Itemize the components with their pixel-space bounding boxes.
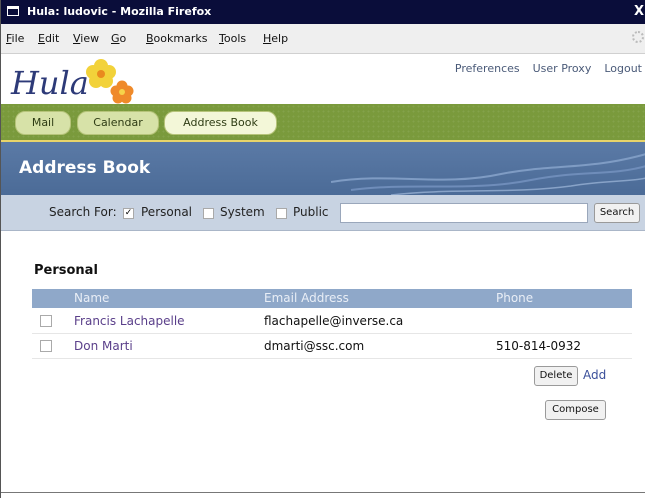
table-header: Name Email Address Phone	[32, 289, 632, 308]
throbber-icon	[632, 31, 644, 43]
title-bar: Hula: ludovic - Mozilla Firefox X	[1, 0, 645, 24]
hula-logo[interactable]: Hula	[7, 54, 147, 104]
close-icon[interactable]: X	[634, 4, 644, 19]
tab-address-book[interactable]: Address Book	[164, 111, 277, 135]
tab-calendar[interactable]: Calendar	[77, 111, 159, 135]
search-for-label: Search For:	[49, 205, 117, 219]
system-option-label: System	[220, 205, 265, 219]
contact-name-link[interactable]: Francis Lachapelle	[74, 314, 185, 328]
contact-name-link[interactable]: Don Marti	[74, 339, 133, 353]
personal-option-label: Personal	[141, 205, 193, 219]
menu-go-mnemonic: G	[111, 32, 120, 45]
tab-mail[interactable]: Mail	[15, 111, 71, 135]
menu-bookmarks-mnemonic: B	[146, 32, 154, 45]
section-title: Personal	[34, 263, 98, 278]
column-name[interactable]: Name	[74, 291, 109, 305]
page-title: Address Book	[19, 158, 151, 178]
menu-help[interactable]: Help	[263, 32, 288, 45]
contact-phone: 510-814-0932	[496, 339, 582, 353]
menu-view[interactable]: View	[73, 32, 99, 45]
menu-edit-label: dit	[44, 32, 60, 45]
add-link[interactable]: Add	[583, 368, 606, 382]
window-menu-icon[interactable]	[7, 6, 19, 16]
menu-file-label: ile	[11, 32, 25, 45]
menu-bar: File Edit View Go Bookmarks Tools Help	[1, 24, 645, 54]
delete-button[interactable]: Delete	[534, 366, 578, 386]
top-links: Preferences User Proxy Logout	[442, 62, 642, 75]
system-checkbox[interactable]	[203, 208, 214, 219]
contact-email: dmarti@ssc.com	[264, 339, 365, 353]
column-phone[interactable]: Phone	[496, 291, 533, 305]
user-proxy-link[interactable]: User Proxy	[533, 62, 592, 75]
app-header: Hula Preferences User Proxy Logout	[1, 54, 645, 104]
personal-checkbox[interactable]: ✓	[123, 208, 134, 219]
table-row: Francis Lachapelle flachapelle@inverse.c…	[32, 310, 632, 334]
logout-link[interactable]: Logout	[604, 62, 642, 75]
menu-bookmarks[interactable]: Bookmarks	[146, 32, 207, 45]
window-title: Hula: ludovic - Mozilla Firefox	[27, 5, 212, 18]
flower-yellow-icon	[86, 59, 116, 88]
logo-text: Hula	[10, 64, 89, 102]
menu-file[interactable]: File	[6, 32, 24, 45]
search-input[interactable]	[340, 203, 588, 223]
row-checkbox[interactable]	[40, 340, 52, 352]
menu-tools[interactable]: Tools	[219, 32, 246, 45]
menu-edit-mnemonic: E	[38, 32, 45, 45]
menu-tools-label: ools	[223, 32, 247, 45]
preferences-link[interactable]: Preferences	[455, 62, 520, 75]
tab-bar: Mail Calendar Address Book	[1, 104, 645, 142]
menu-view-label: iew	[80, 32, 100, 45]
status-divider	[1, 492, 645, 493]
row-checkbox[interactable]	[40, 315, 52, 327]
search-button[interactable]: Search	[594, 203, 640, 223]
flower-orange-icon	[110, 80, 134, 104]
compose-button[interactable]: Compose	[545, 400, 606, 420]
menu-help-label: elp	[271, 32, 289, 45]
menu-go[interactable]: Go	[111, 32, 126, 45]
page-banner: Address Book	[1, 142, 645, 195]
contact-email: flachapelle@inverse.ca	[264, 314, 404, 328]
menu-go-label: o	[119, 32, 127, 45]
browser-window: Hula: ludovic - Mozilla Firefox X File E…	[0, 0, 645, 498]
public-option-label: Public	[293, 205, 329, 219]
banner-wave-decoration	[331, 153, 645, 195]
public-checkbox[interactable]	[276, 208, 287, 219]
search-bar: Search For: ✓ Personal System Public Sea…	[1, 195, 645, 231]
column-email[interactable]: Email Address	[264, 291, 349, 305]
menu-bookmarks-label: ookmarks	[153, 32, 208, 45]
menu-edit[interactable]: Edit	[38, 32, 59, 45]
table-row: Don Marti dmarti@ssc.com 510-814-0932	[32, 335, 632, 359]
